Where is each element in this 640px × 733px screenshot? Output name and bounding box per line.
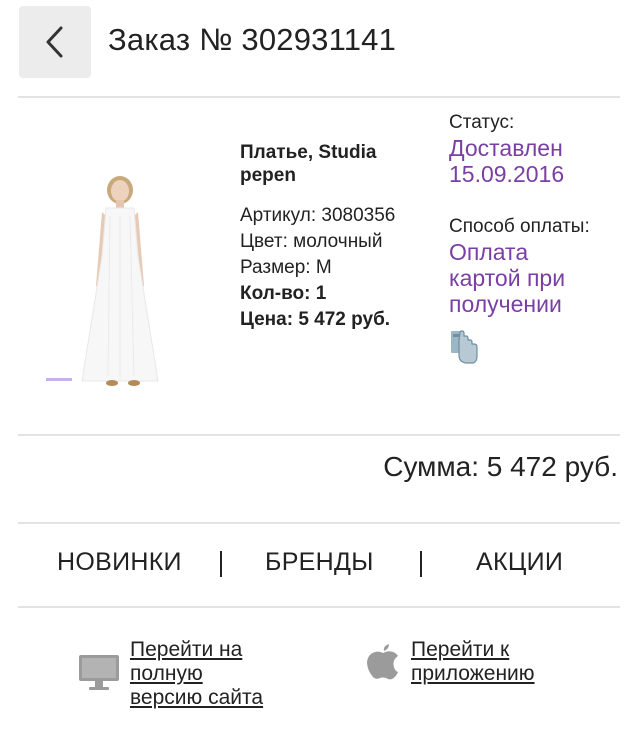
nav-brands[interactable]: БРЕНДЫ [265,548,374,577]
payment-value-line2: картой при [449,265,566,291]
header: Заказ № 302931141 [0,0,640,96]
desktop-version-link[interactable]: Перейти на полную версию сайта [78,638,263,710]
payment-label: Способ оплаты: [449,216,590,237]
divider-middle [18,434,620,436]
nav-separator [420,551,422,577]
nav-separator [220,551,222,577]
desktop-link-line3[interactable]: версию сайта [130,686,263,710]
apple-icon [367,644,398,680]
product-name[interactable]: Платье, Studia pepen [240,141,435,187]
divider-footer [18,606,620,608]
payment-value-line3: получении [449,291,562,317]
bottom-nav: НОВИНКИ БРЕНДЫ АКЦИИ [0,548,640,588]
product-price: Цена: 5 472 руб. [240,309,391,330]
status-label: Статус: [449,112,515,133]
desktop-link-line2[interactable]: полную [130,662,263,686]
product-info: Платье, Studia pepen Артикул: 3080356 Цв… [240,141,435,333]
order-status-column: Статус: Доставлен 15.09.2016 Способ опла… [449,111,629,370]
payment-value-line1: Оплата [449,239,529,265]
monitor-icon [79,655,119,690]
product-attributes: Артикул: 3080356 Цвет: молочный Размер: … [240,203,435,333]
desktop-link-line1[interactable]: Перейти на [130,638,263,662]
app-link-line1[interactable]: Перейти к [411,638,535,662]
product-article: Артикул: 3080356 [240,205,396,226]
product-color: Цвет: молочный [240,231,383,252]
divider-top [18,96,620,98]
order-total: Сумма: 5 472 руб. [383,451,618,482]
divider-bottom [18,522,620,524]
app-link[interactable]: Перейти к приложению [365,638,535,686]
product-quantity: Кол-во: 1 [240,283,327,304]
status-value-line1: Доставлен [449,135,563,161]
product-image[interactable] [38,176,200,391]
page-title: Заказ № 302931141 [108,22,397,57]
app-link-line2[interactable]: приложению [411,662,535,686]
status-value-line2: 15.09.2016 [449,161,565,187]
product-size: Размер: M [240,257,332,278]
hand-card-icon [451,330,478,364]
back-button[interactable] [19,6,91,78]
nav-sales[interactable]: АКЦИИ [476,548,563,577]
nav-new[interactable]: НОВИНКИ [57,548,182,577]
chevron-left-icon [46,26,63,58]
